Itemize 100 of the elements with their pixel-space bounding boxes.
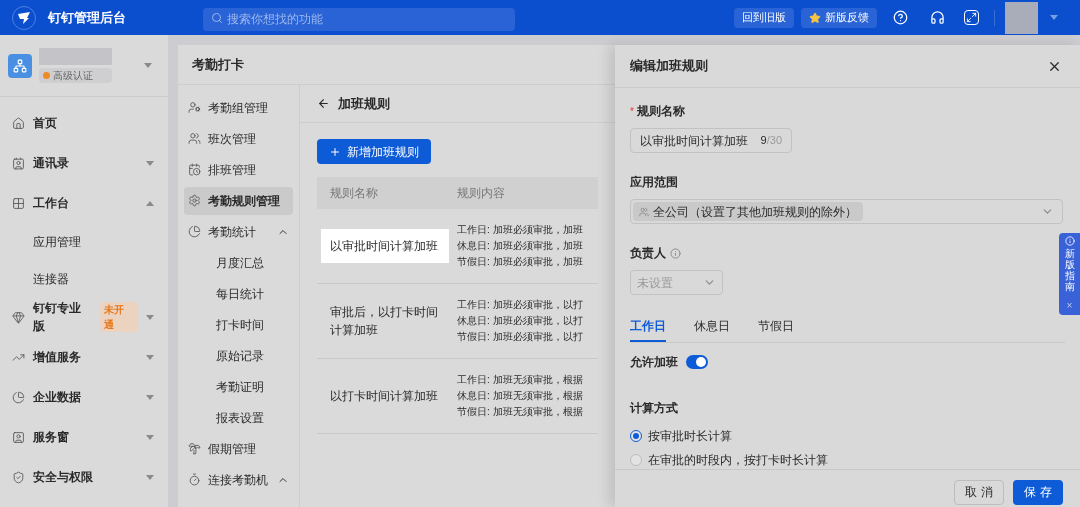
help-icon[interactable] (893, 10, 908, 25)
table-cell-text: 工作日: 加班无须审批，根据 休息日: 加班无须审批，根据 节假日: 加班无须审批，根据 (457, 373, 583, 419)
check-badge-icon (43, 72, 50, 79)
sidebar-item[interactable]: 增值服务 (0, 337, 168, 377)
sidebar-item[interactable]: 首页 (0, 103, 168, 143)
field-label: 计算方式 (630, 400, 679, 417)
column-header: 规则内容 (457, 185, 505, 202)
sidebar-label: 钉钉专业版 (32, 300, 82, 335)
sidebar-label: 工作台 (33, 195, 69, 212)
subnav-label: 考勤统计 (208, 223, 256, 241)
square-user-icon (12, 430, 25, 444)
subnav-subitem[interactable]: 每日统计 (184, 279, 293, 308)
caret-down-icon[interactable] (1050, 15, 1058, 20)
subnav-subitem[interactable]: 考勤证明 (184, 372, 293, 401)
toggle-label: 允许加班 (630, 354, 678, 371)
info-icon (670, 247, 681, 259)
scope-select[interactable]: 全公司（设置了其他加班规则的除外） (630, 199, 1063, 224)
drawer-title: 编辑加班规则 (630, 57, 708, 76)
save-button[interactable]: 保 存 (1013, 479, 1063, 505)
radio-option[interactable]: 在审批的时段内，按打卡时长计算 (630, 451, 1065, 469)
tab[interactable]: 休息日 (694, 311, 730, 342)
subnav-item[interactable]: 连接考勤机 (184, 465, 293, 494)
radio-label: 在审批的时段内，按打卡时长计算 (648, 452, 828, 469)
feedback-button[interactable]: 新版反馈 (801, 7, 877, 28)
page-title: 考勤打卡 (192, 55, 244, 74)
sidebar-label: 增值服务 (33, 349, 81, 366)
users-icon (639, 206, 649, 217)
headset-icon[interactable] (930, 10, 945, 25)
toggle-switch[interactable] (686, 355, 708, 369)
subnav-subitem[interactable]: 打卡时间 (184, 310, 293, 339)
subnav-item[interactable]: 考勤统计 (184, 217, 293, 246)
pie-chart-icon (12, 390, 25, 404)
search-field[interactable]: 搜索你想找的功能 (203, 7, 515, 31)
app-title: 钉钉管理后台 (48, 8, 126, 27)
subnav-subitem[interactable]: 报表设置 (184, 403, 293, 432)
subnav-label: 班次管理 (208, 130, 256, 148)
calendar-icon (188, 163, 201, 176)
users-icon (188, 132, 201, 145)
user-gear-icon (188, 101, 201, 114)
shield-icon (12, 470, 25, 484)
radio-button[interactable] (630, 430, 642, 442)
sidebar-item[interactable]: 钉钉专业版 未开通 (0, 297, 168, 337)
sidebar-item[interactable]: 企业数据 (0, 377, 168, 417)
rule-name-field[interactable]: 以审批时间计算加班 9/30 (630, 128, 792, 153)
sidebar-item[interactable]: 工作台 (0, 183, 168, 223)
tab[interactable]: 工作日 (630, 311, 666, 342)
home-icon (12, 116, 25, 130)
pie-chart-icon (188, 225, 201, 238)
field-label: 规则名称 (636, 103, 685, 120)
timer-icon (188, 473, 201, 486)
scope-tag: 全公司（设置了其他加班规则的除外） (633, 202, 863, 221)
sidebar-label: 企业数据 (33, 389, 81, 406)
sidebar-item[interactable]: 安全与权限 (0, 457, 168, 497)
subnav-item[interactable]: 考勤组管理 (184, 93, 293, 122)
sidebar-label: 安全与权限 (33, 469, 93, 486)
sidebar-label: 首页 (33, 115, 57, 132)
certification-badge: 高级认证 (39, 68, 112, 83)
subnav-label: 考勤组管理 (208, 99, 268, 117)
required-mark: * (630, 104, 634, 119)
org-icon (8, 53, 32, 78)
field-label: 负责人 (630, 245, 666, 262)
info-icon (1064, 236, 1075, 246)
search-icon (211, 12, 223, 24)
guide-tab[interactable]: 新版指南 × (1059, 233, 1080, 315)
expand-icon[interactable] (964, 10, 979, 25)
sidebar-subitem[interactable]: 连接器 (0, 260, 168, 297)
add-rule-button[interactable]: 新增加班规则 (317, 139, 431, 164)
subnav-subitem[interactable]: 月度汇总 (184, 248, 293, 277)
cancel-button[interactable]: 取 消 (954, 479, 1004, 505)
subnav-subitem[interactable]: 原始记录 (184, 341, 293, 370)
table-cell-text: 审批后，以打卡时间计算加班 (329, 304, 439, 339)
gem-icon (12, 310, 25, 324)
subnav-item[interactable]: 考勤规则管理 (184, 186, 293, 215)
column-header: 规则名称 (329, 185, 379, 202)
sidebar-label: 通讯录 (33, 155, 69, 172)
subnav-item[interactable]: 班次管理 (184, 124, 293, 153)
char-count: 9/30 (760, 133, 782, 149)
table-cell-text: 工作日: 加班必须审批，以打 休息日: 加班必须审批，以打 节假日: 加班必须审批，以打 (457, 298, 583, 344)
field-value: 以审批时间计算加班 (640, 132, 748, 150)
sidebar-item[interactable]: 通讯录 (0, 143, 168, 183)
palm-tree-icon (188, 442, 201, 455)
radio-button[interactable] (630, 454, 642, 466)
sidebar-item[interactable]: 服务窗 (0, 417, 168, 457)
sidebar-label: 服务窗 (33, 429, 69, 446)
contact-card-icon (12, 156, 25, 170)
section-title: 加班规则 (338, 94, 390, 113)
guide-label: 新版指南 (1064, 248, 1075, 292)
avatar[interactable] (1005, 1, 1038, 34)
plus-icon (329, 145, 341, 158)
radio-label: 按审批时长计算 (648, 428, 732, 445)
tab[interactable]: 节假日 (758, 311, 794, 342)
table-cell: 以审批时间计算加班 (321, 229, 449, 263)
subnav-item[interactable]: 假期管理 (184, 434, 293, 463)
gear-icon (188, 194, 201, 207)
old-version-button[interactable]: 回到旧版 (734, 7, 794, 28)
subnav-item[interactable]: 排班管理 (184, 155, 293, 184)
radio-option[interactable]: 按审批时长计算 (630, 427, 1065, 445)
subnav-label: 排班管理 (208, 161, 256, 179)
sidebar-subitem[interactable]: 应用管理 (0, 223, 168, 260)
back-arrow-icon[interactable] (317, 97, 330, 110)
